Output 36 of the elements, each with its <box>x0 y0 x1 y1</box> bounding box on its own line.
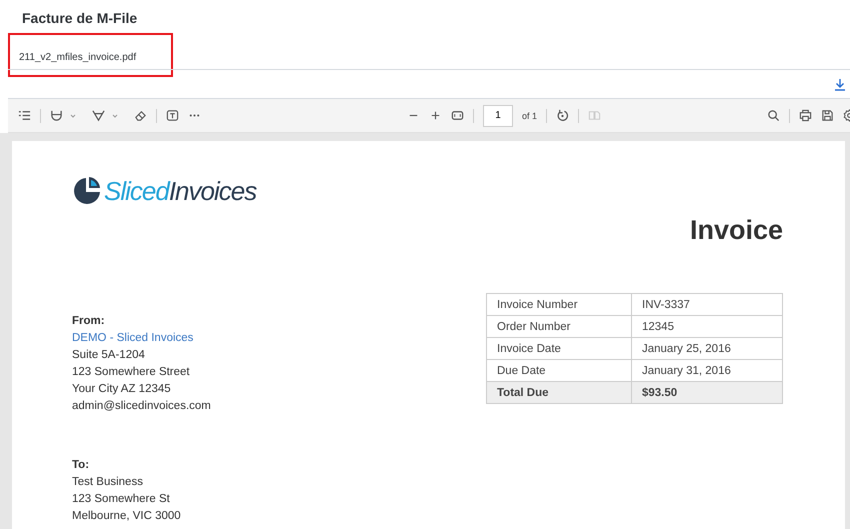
page-count: of 1 <box>522 110 537 120</box>
table-cell: $93.50 <box>632 382 782 404</box>
address-line: admin@slicedinvoices.com <box>72 399 211 414</box>
table-cell: INV-3337 <box>632 294 782 316</box>
print-icon[interactable] <box>798 109 812 122</box>
logo-icon <box>72 176 102 206</box>
file-link[interactable]: 211_v2_mfiles_invoice.pdf <box>8 33 173 77</box>
table-cell: Invoice Date <box>486 338 632 360</box>
to-label: To: <box>72 458 90 473</box>
fit-page-icon[interactable] <box>450 109 464 122</box>
page-number-field[interactable]: 1 <box>482 104 513 126</box>
address-line: 123 Somewhere Street <box>72 365 191 380</box>
text-box-icon[interactable] <box>166 109 179 122</box>
caret-icon[interactable] <box>69 112 77 120</box>
address-line: Test Business <box>72 475 144 490</box>
address-line: Melbourne, VIC 3000 <box>72 509 182 524</box>
table-cell: Invoice Number <box>486 294 632 316</box>
outline-icon[interactable] <box>18 109 31 122</box>
save-icon[interactable] <box>820 109 834 122</box>
caret-icon[interactable] <box>111 112 119 120</box>
from-label: From: <box>72 314 106 329</box>
company-link[interactable]: DEMO - Sliced Invoices <box>72 330 211 347</box>
table-cell: January 25, 2016 <box>632 338 782 360</box>
invoice-heading: Invoice <box>690 215 783 246</box>
rotate-icon[interactable] <box>556 109 569 122</box>
address-line: 123 Somewhere St <box>72 492 171 507</box>
eraser-icon[interactable] <box>134 109 147 122</box>
address-line: Suite 5A-1204 <box>72 348 146 363</box>
table-cell: Total Due <box>486 382 632 404</box>
search-icon[interactable] <box>766 109 780 122</box>
table-cell: Order Number <box>486 316 632 338</box>
address-line: Your City AZ 12345 <box>72 382 172 397</box>
download-icon[interactable] <box>834 78 846 90</box>
logo-wordmark: SlicedInvoices <box>104 176 256 206</box>
table-cell: 12345 <box>632 316 782 338</box>
page-title: Facture de M-File <box>21 9 138 24</box>
